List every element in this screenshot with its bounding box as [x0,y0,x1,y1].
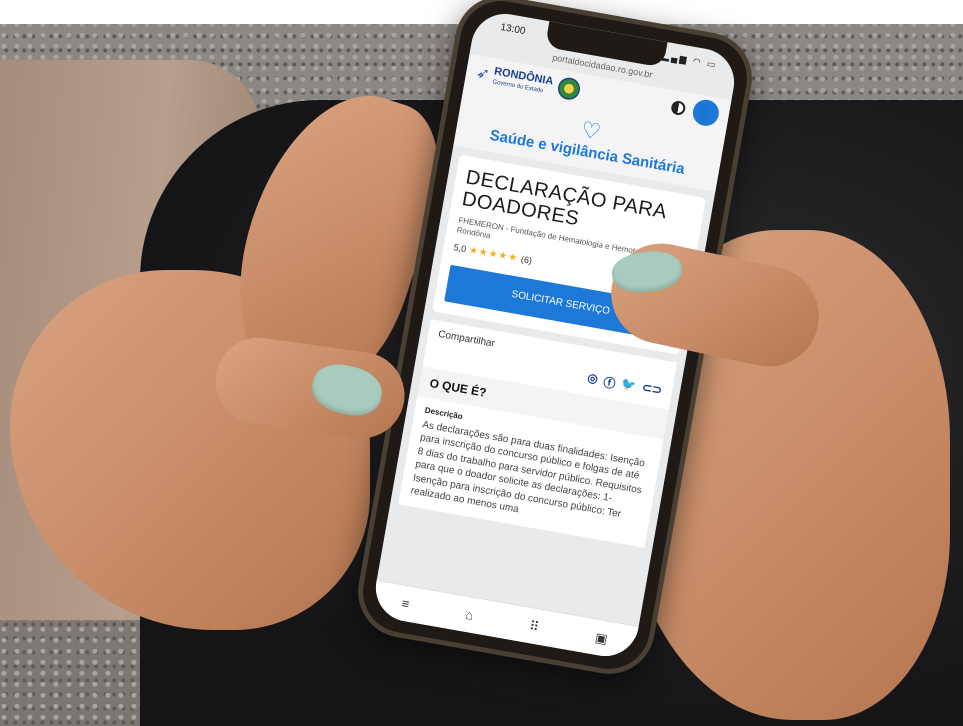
home-icon[interactable]: ⌂ [464,607,474,623]
description-text: As declarações são para duas finalidades… [409,419,646,520]
header-actions: 👤 [669,94,721,128]
menu-icon[interactable]: ≡ [400,596,410,612]
facebook-icon[interactable]: ⓕ [602,373,617,392]
brand-text: RONDÔNIA Governo do Estado [492,65,554,95]
rating-stars-icon: ★★★★★ [468,244,519,265]
whatsapp-icon[interactable]: ◎ [586,370,599,389]
apps-grid-icon[interactable]: ⠿ [528,618,540,635]
rating-value: 5,0 [452,242,467,255]
rating-count: (6) [520,254,533,267]
status-icons: ▂▄▆ ◠ ▭ [661,50,719,70]
profile-icon[interactable]: ▣ [594,629,609,647]
contrast-icon[interactable] [670,99,687,117]
twitter-icon[interactable]: 🐦 [620,376,637,395]
status-time: 13:00 [499,21,527,37]
bird-logo-icon: ➶ [474,64,492,84]
state-seal-icon [556,75,583,102]
user-icon[interactable]: 👤 [690,97,721,128]
link-icon[interactable]: ⊂⊃ [640,380,663,400]
